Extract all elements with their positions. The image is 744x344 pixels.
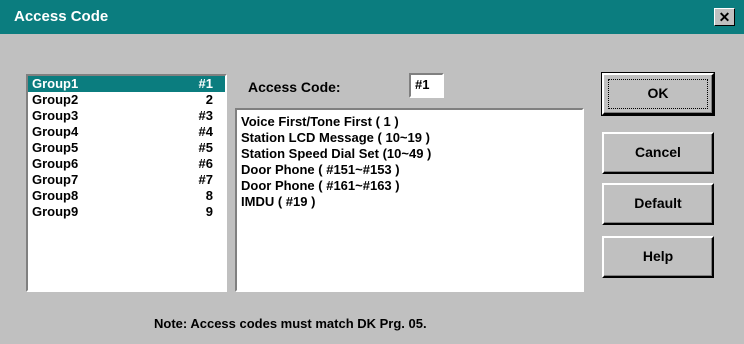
- group-list-item[interactable]: Group3 #3: [28, 108, 225, 124]
- help-button[interactable]: Help: [602, 236, 714, 278]
- group-code: #1: [198, 76, 213, 91]
- group-name: Group4: [32, 124, 79, 139]
- ok-button[interactable]: OK: [601, 72, 715, 116]
- group-list-item[interactable]: Group5 #5: [28, 140, 225, 156]
- group-list-item[interactable]: Group9 9: [28, 204, 225, 220]
- access-code-item[interactable]: Station Speed Dial Set (10~49 ): [241, 146, 578, 162]
- group-code: #6: [198, 156, 213, 171]
- group-code: #5: [198, 140, 213, 155]
- group-name: Group9: [32, 204, 79, 219]
- group-code: 2: [205, 92, 213, 107]
- group-list-item[interactable]: Group2 2: [28, 92, 225, 108]
- group-list[interactable]: Group1 #1 Group2 2 Group3 #3 Group4 #4 Group5 #5 G…: [26, 74, 227, 292]
- access-code-list[interactable]: Voice First/Tone First ( 1 ) Station LCD …: [235, 108, 584, 292]
- window-title: Access Code: [14, 8, 109, 25]
- close-icon[interactable]: ✕: [714, 8, 735, 26]
- access-code-item[interactable]: Door Phone ( #151~#153 ): [241, 162, 578, 178]
- group-code: #3: [198, 108, 213, 123]
- group-list-item[interactable]: Group7 #7: [28, 172, 225, 188]
- title-bar: Access Code ✕: [0, 0, 744, 34]
- access-code-dialog: Access Code ✕ Group1 #1 Group2 2 Group3 #3 Gro…: [0, 0, 744, 344]
- access-code-item[interactable]: Door Phone ( #161~#163 ): [241, 178, 578, 194]
- group-code: #7: [198, 172, 213, 187]
- note-text: Note: Access codes must match DK Prg. 05…: [154, 316, 427, 331]
- group-code: 9: [205, 204, 213, 219]
- default-button[interactable]: Default: [602, 183, 714, 225]
- group-name: Group7: [32, 172, 79, 187]
- access-code-item[interactable]: Station LCD Message ( 10~19 ): [241, 130, 578, 146]
- group-list-item[interactable]: Group8 8: [28, 188, 225, 204]
- group-list-item[interactable]: Group4 #4: [28, 124, 225, 140]
- group-name: Group8: [32, 188, 79, 203]
- group-list-item[interactable]: Group1 #1: [28, 76, 225, 92]
- group-name: Group1: [32, 76, 79, 91]
- access-code-field[interactable]: #1: [409, 73, 444, 98]
- group-name: Group5: [32, 140, 79, 155]
- group-name: Group3: [32, 108, 79, 123]
- access-code-label: Access Code:: [248, 79, 341, 95]
- group-name: Group2: [32, 92, 79, 107]
- cancel-button[interactable]: Cancel: [602, 132, 714, 174]
- group-list-item[interactable]: Group6 #6: [28, 156, 225, 172]
- access-code-item[interactable]: Voice First/Tone First ( 1 ): [241, 114, 578, 130]
- group-code: 8: [205, 188, 213, 203]
- access-code-item[interactable]: IMDU ( #19 ): [241, 194, 578, 210]
- group-name: Group6: [32, 156, 79, 171]
- group-code: #4: [198, 124, 213, 139]
